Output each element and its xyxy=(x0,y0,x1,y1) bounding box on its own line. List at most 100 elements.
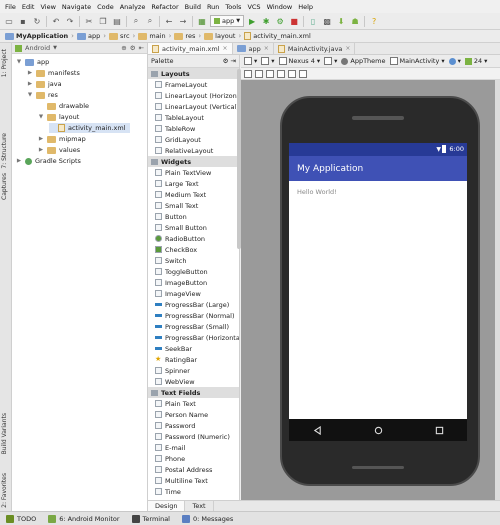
save-icon[interactable]: ▪ xyxy=(17,15,29,27)
palette-item-radiobutton[interactable]: RadioButton xyxy=(148,233,239,244)
menu-navigate[interactable]: Navigate xyxy=(59,3,94,11)
menu-file[interactable]: File xyxy=(2,3,19,11)
menu-tools[interactable]: Tools xyxy=(222,3,244,11)
orientation-select[interactable]: ▾ xyxy=(324,57,337,65)
attach-debugger-icon[interactable]: ⚙ xyxy=(274,15,286,27)
run-icon[interactable]: ▶ xyxy=(246,15,258,27)
tree-item-app[interactable]: ▼ app xyxy=(16,57,49,67)
breadcrumb-item[interactable]: app xyxy=(75,32,102,40)
palette-item-e-mail[interactable]: E-mail xyxy=(148,442,239,453)
breadcrumb-item[interactable]: res xyxy=(172,32,197,40)
run-configuration-select[interactable]: app ▼ xyxy=(210,15,245,27)
palette-item-time[interactable]: Time xyxy=(148,486,239,497)
collapsed-arrow-icon[interactable]: ▶ xyxy=(38,147,44,153)
replace-icon[interactable]: ⌕ xyxy=(144,15,156,27)
menu-window[interactable]: Window xyxy=(264,3,296,11)
settings-icon[interactable]: ⚙ xyxy=(130,44,136,52)
locale-select[interactable]: ▾ xyxy=(448,57,461,65)
menu-help[interactable]: Help xyxy=(295,3,316,11)
palette-group-layouts[interactable]: Layouts xyxy=(148,68,239,79)
zoom-in-icon[interactable] xyxy=(266,69,274,78)
chevron-down-icon[interactable]: ▼ xyxy=(53,45,57,51)
palette-item-person-name[interactable]: Person Name xyxy=(148,409,239,420)
menu-view[interactable]: View xyxy=(37,3,58,11)
project-view-mode[interactable]: Android xyxy=(25,44,50,52)
menu-edit[interactable]: Edit xyxy=(19,3,38,11)
editor-tab-activity-main-xml[interactable]: activity_main.xml × xyxy=(148,43,233,54)
palette-item-linearlayout-horizontal[interactable]: LinearLayout (Horizontal) xyxy=(148,90,239,101)
palette-item-imagebutton[interactable]: ImageButton xyxy=(148,277,239,288)
menu-run[interactable]: Run xyxy=(204,3,222,11)
menu-refactor[interactable]: Refactor xyxy=(148,3,181,11)
tree-item-res[interactable]: ▼ res xyxy=(27,90,58,100)
palette-item-multiline-text[interactable]: Multiline Text xyxy=(148,475,239,486)
menu-vcs[interactable]: VCS xyxy=(244,3,263,11)
tool-tab-project[interactable]: 1: Project xyxy=(1,49,8,77)
android-device-monitor-icon[interactable]: ☗ xyxy=(349,15,361,27)
close-icon[interactable]: × xyxy=(264,45,269,52)
palette-item-tablerow[interactable]: TableRow xyxy=(148,123,239,134)
settings-icon[interactable]: ⚙ ⇥ xyxy=(223,57,236,65)
menu-code[interactable]: Code xyxy=(94,3,117,11)
hide-icon[interactable]: ⇤ xyxy=(139,44,144,52)
tab-design[interactable]: Design xyxy=(148,501,186,511)
tab-text[interactable]: Text xyxy=(185,501,214,511)
sync-icon[interactable]: ⊕ xyxy=(121,44,126,52)
tree-item-java[interactable]: ▶ java xyxy=(27,79,62,89)
make-project-icon[interactable]: ▦ xyxy=(196,15,208,27)
expanded-arrow-icon[interactable]: ▼ xyxy=(16,59,22,65)
sync-icon[interactable]: ↻ xyxy=(31,15,43,27)
debug-icon[interactable]: ✱ xyxy=(260,15,272,27)
tree-item-gradle-scripts[interactable]: ▶ Gradle Scripts xyxy=(16,156,81,166)
tool-window-todo[interactable]: TODO xyxy=(6,514,36,523)
orientation-button[interactable]: ▾ xyxy=(261,57,275,65)
palette-item-phone[interactable]: Phone xyxy=(148,453,239,464)
layout-mode-button[interactable]: ▾ xyxy=(244,57,257,65)
tree-item-drawable[interactable]: drawable xyxy=(38,101,89,111)
palette-item-plain-textview[interactable]: Plain TextView xyxy=(148,167,239,178)
palette-item-tablelayout[interactable]: TableLayout xyxy=(148,112,239,123)
palette-item-small-button[interactable]: Small Button xyxy=(148,222,239,233)
palette-item-gridlayout[interactable]: GridLayout xyxy=(148,134,239,145)
find-icon[interactable]: ⌕ xyxy=(130,15,142,27)
zoom-fit-icon[interactable] xyxy=(244,69,252,78)
palette-item-progressbar-large[interactable]: ProgressBar (Large) xyxy=(148,299,239,310)
breadcrumb-item[interactable]: activity_main.xml xyxy=(242,32,313,40)
palette-item-password[interactable]: Password xyxy=(148,420,239,431)
tool-tab-captures[interactable]: Captures xyxy=(1,173,8,200)
collapsed-arrow-icon[interactable]: ▶ xyxy=(38,136,44,142)
theme-select[interactable]: AppTheme xyxy=(341,57,386,65)
palette-item-switch[interactable]: Switch xyxy=(148,255,239,266)
tree-item-mipmap[interactable]: ▶ mipmap xyxy=(38,134,86,144)
collapsed-arrow-icon[interactable]: ▶ xyxy=(16,158,22,164)
palette-item-framelayout[interactable]: FrameLayout xyxy=(148,79,239,90)
sdk-manager-icon[interactable]: ⬇ xyxy=(335,15,347,27)
breadcrumb-item[interactable]: MyApplication xyxy=(3,32,70,40)
stop-icon[interactable]: ■ xyxy=(288,15,300,27)
palette-item-spinner[interactable]: Spinner xyxy=(148,365,239,376)
palette-item-linearlayout-vertical[interactable]: LinearLayout (Vertical) xyxy=(148,101,239,112)
tool-tab-favorites[interactable]: 2: Favorites xyxy=(1,473,8,508)
api-level-select[interactable]: 24 ▾ xyxy=(464,57,487,65)
palette-item-plain-text[interactable]: Plain Text xyxy=(148,398,239,409)
open-icon[interactable]: ▭ xyxy=(3,15,15,27)
palette-item-imageview[interactable]: ImageView xyxy=(148,288,239,299)
palette-item-ratingbar[interactable]: ★ RatingBar xyxy=(148,354,239,365)
tool-window-6-android-monitor[interactable]: 6: Android Monitor xyxy=(48,514,120,523)
undo-icon[interactable]: ↶ xyxy=(50,15,62,27)
palette-item-postal-address[interactable]: Postal Address xyxy=(148,464,239,475)
zoom-out-icon[interactable] xyxy=(277,69,285,78)
settings-icon[interactable] xyxy=(299,69,307,78)
palette-item-progressbar-small[interactable]: ProgressBar (Small) xyxy=(148,321,239,332)
breadcrumb-item[interactable]: src xyxy=(107,32,132,40)
tool-window-terminal[interactable]: Terminal xyxy=(131,514,170,523)
cut-icon[interactable]: ✂ xyxy=(83,15,95,27)
back-icon[interactable]: ← xyxy=(163,15,175,27)
palette-item-button[interactable]: Button xyxy=(148,211,239,222)
palette-item-medium-text[interactable]: Medium Text xyxy=(148,189,239,200)
palette-item-password-numeric[interactable]: Password (Numeric) xyxy=(148,431,239,442)
collapsed-arrow-icon[interactable]: ▶ xyxy=(27,70,33,76)
canvas-scrollbar[interactable] xyxy=(495,80,500,500)
palette-item-small-text[interactable]: Small Text xyxy=(148,200,239,211)
tool-tab-structure[interactable]: 7: Structure xyxy=(1,133,8,169)
